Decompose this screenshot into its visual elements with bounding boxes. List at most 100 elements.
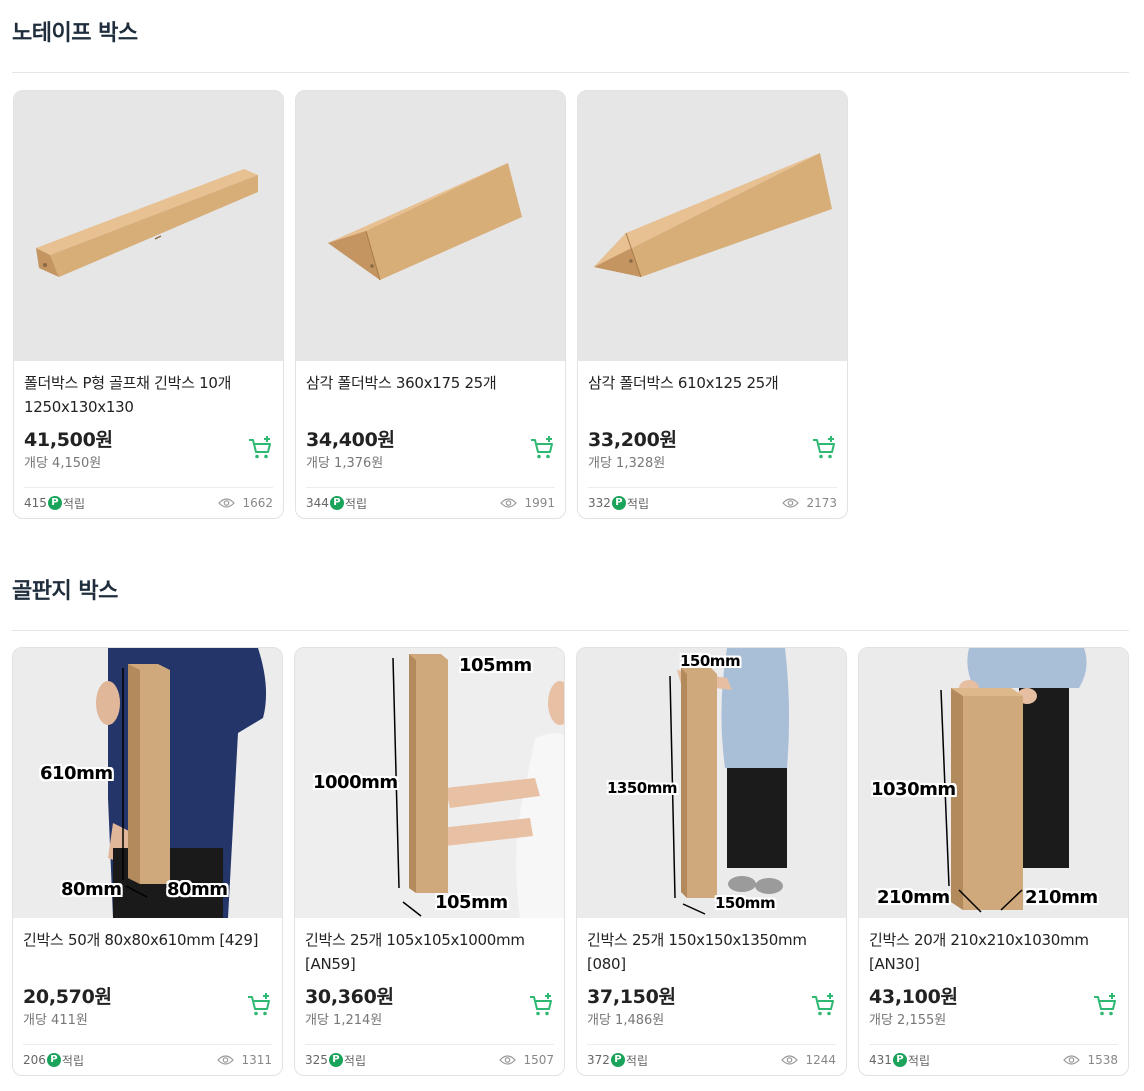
points-value: 325 <box>305 1053 328 1067</box>
card-footer: 344 P 적립 1991 <box>306 487 555 518</box>
points-label: 적립 <box>61 1053 84 1068</box>
dimension-label: 1350mm <box>607 779 678 797</box>
dimension-label: 80mm <box>167 879 228 900</box>
dimension-label: 80mm <box>61 879 122 900</box>
points-label: 적립 <box>625 1053 648 1068</box>
points-value: 206 <box>23 1053 46 1067</box>
dimension-label: 1000mm <box>313 772 398 793</box>
product-name[interactable]: 긴박스 50개 80x80x610mm [429] <box>23 928 272 976</box>
view-count-value: 1244 <box>805 1053 836 1067</box>
product-card[interactable]: 610mm 80mm 80mm 긴박스 50개 80x80x610mm [429… <box>12 647 283 1076</box>
unit-price: 개당 1,214원 <box>305 1013 383 1028</box>
view-count-value: 1662 <box>242 496 273 510</box>
section-divider <box>12 72 1129 73</box>
points-info: 372 P 적립 <box>587 1052 648 1069</box>
product-image[interactable]: 150mm 1350mm 150mm <box>577 648 846 918</box>
product-card[interactable]: 1030mm 210mm 210mm 긴박스 20개 210x210x1030m… <box>858 647 1129 1076</box>
add-to-cart-icon[interactable] <box>529 435 555 461</box>
dimension-label: 210mm <box>877 887 950 908</box>
section-title: 골판지 박스 <box>12 579 118 604</box>
card-footer: 372 P 적립 1244 <box>587 1044 836 1075</box>
points-badge-icon: P <box>47 496 62 510</box>
points-badge-icon: P <box>892 1053 907 1067</box>
product-name[interactable]: 긴박스 20개 210x210x1030mm [AN30] <box>869 928 1118 976</box>
points-badge-icon: P <box>329 496 344 510</box>
product-name[interactable]: 삼각 폴더박스 360x175 25개 <box>306 371 555 419</box>
card-footer: 206 P 적립 1311 <box>23 1044 272 1075</box>
points-value: 415 <box>24 496 47 510</box>
product-image[interactable]: 1030mm 210mm 210mm <box>859 648 1128 918</box>
card-footer: 332 P 적립 2173 <box>588 487 837 518</box>
points-value: 431 <box>869 1053 892 1067</box>
product-grid-notape: 폴더박스 P형 골프채 긴박스 10개 1250x130x130 41,500원… <box>13 90 848 519</box>
add-to-cart-icon[interactable] <box>246 992 272 1018</box>
eye-icon <box>500 498 518 508</box>
product-image[interactable] <box>14 91 283 361</box>
dimension-label: 210mm <box>1025 887 1098 908</box>
dimension-label: 150mm <box>680 652 741 670</box>
points-info: 415 P 적립 <box>24 495 85 512</box>
points-badge-icon: P <box>611 496 626 510</box>
points-value: 332 <box>588 496 611 510</box>
eye-icon <box>781 1055 799 1065</box>
product-price: 34,400원 <box>306 429 395 451</box>
view-count-value: 2173 <box>806 496 837 510</box>
eye-icon <box>1063 1055 1081 1065</box>
points-label: 적립 <box>344 496 367 511</box>
dimension-label: 150mm <box>715 894 776 912</box>
add-to-cart-icon[interactable] <box>247 435 273 461</box>
product-image[interactable]: 610mm 80mm 80mm <box>13 648 282 918</box>
points-info: 325 P 적립 <box>305 1052 366 1069</box>
points-badge-icon: P <box>610 1053 625 1067</box>
add-to-cart-icon[interactable] <box>811 435 837 461</box>
view-count-value: 1538 <box>1087 1053 1118 1067</box>
product-price: 37,150원 <box>587 986 676 1008</box>
product-card[interactable]: 150mm 1350mm 150mm 긴박스 25개 150x150x1350m… <box>576 647 847 1076</box>
product-name[interactable]: 긴박스 25개 150x150x1350mm [080] <box>587 928 836 976</box>
dimension-label: 610mm <box>40 763 113 784</box>
dimension-label: 105mm <box>435 892 508 913</box>
view-count: 1662 <box>218 496 273 510</box>
product-card[interactable]: 105mm 1000mm 105mm 긴박스 25개 105x105x1000m… <box>294 647 565 1076</box>
card-footer: 325 P 적립 1507 <box>305 1044 554 1075</box>
card-footer: 431 P 적립 1538 <box>869 1044 1118 1075</box>
section-notape-box: 노테이프 박스 <box>12 16 1129 73</box>
section-corrugated-box: 골판지 박스 <box>12 574 1129 631</box>
points-badge-icon: P <box>328 1053 343 1067</box>
points-label: 적립 <box>907 1053 930 1068</box>
points-info: 344 P 적립 <box>306 495 367 512</box>
product-name[interactable]: 긴박스 25개 105x105x1000mm [AN59] <box>305 928 554 976</box>
dimension-label: 105mm <box>459 655 532 676</box>
product-card[interactable]: 폴더박스 P형 골프채 긴박스 10개 1250x130x130 41,500원… <box>13 90 284 519</box>
product-image[interactable] <box>578 91 847 361</box>
add-to-cart-icon[interactable] <box>1092 992 1118 1018</box>
unit-price: 개당 1,376원 <box>306 456 384 471</box>
points-info: 332 P 적립 <box>588 495 649 512</box>
product-name[interactable]: 폴더박스 P형 골프채 긴박스 10개 1250x130x130 <box>24 371 273 419</box>
product-price: 33,200원 <box>588 429 677 451</box>
eye-icon <box>218 498 236 508</box>
product-image[interactable]: 105mm 1000mm 105mm <box>295 648 564 918</box>
view-count-value: 1311 <box>241 1053 272 1067</box>
points-info: 206 P 적립 <box>23 1052 84 1069</box>
eye-icon <box>217 1055 235 1065</box>
unit-price: 개당 411원 <box>23 1013 88 1028</box>
product-card[interactable]: 삼각 폴더박스 360x175 25개 34,400원 개당 1,376원 34… <box>295 90 566 519</box>
unit-price: 개당 1,328원 <box>588 456 666 471</box>
unit-price: 개당 1,486원 <box>587 1013 665 1028</box>
unit-price: 개당 4,150원 <box>24 456 102 471</box>
product-image[interactable] <box>296 91 565 361</box>
view-count: 1311 <box>217 1053 272 1067</box>
product-name[interactable]: 삼각 폴더박스 610x125 25개 <box>588 371 837 419</box>
dimension-label: 1030mm <box>871 779 956 800</box>
view-count: 1507 <box>499 1053 554 1067</box>
add-to-cart-icon[interactable] <box>810 992 836 1018</box>
product-card[interactable]: 삼각 폴더박스 610x125 25개 33,200원 개당 1,328원 33… <box>577 90 848 519</box>
points-info: 431 P 적립 <box>869 1052 930 1069</box>
view-count: 1244 <box>781 1053 836 1067</box>
add-to-cart-icon[interactable] <box>528 992 554 1018</box>
points-badge-icon: P <box>46 1053 61 1067</box>
points-value: 372 <box>587 1053 610 1067</box>
points-label: 적립 <box>62 496 85 511</box>
product-price: 43,100원 <box>869 986 958 1008</box>
